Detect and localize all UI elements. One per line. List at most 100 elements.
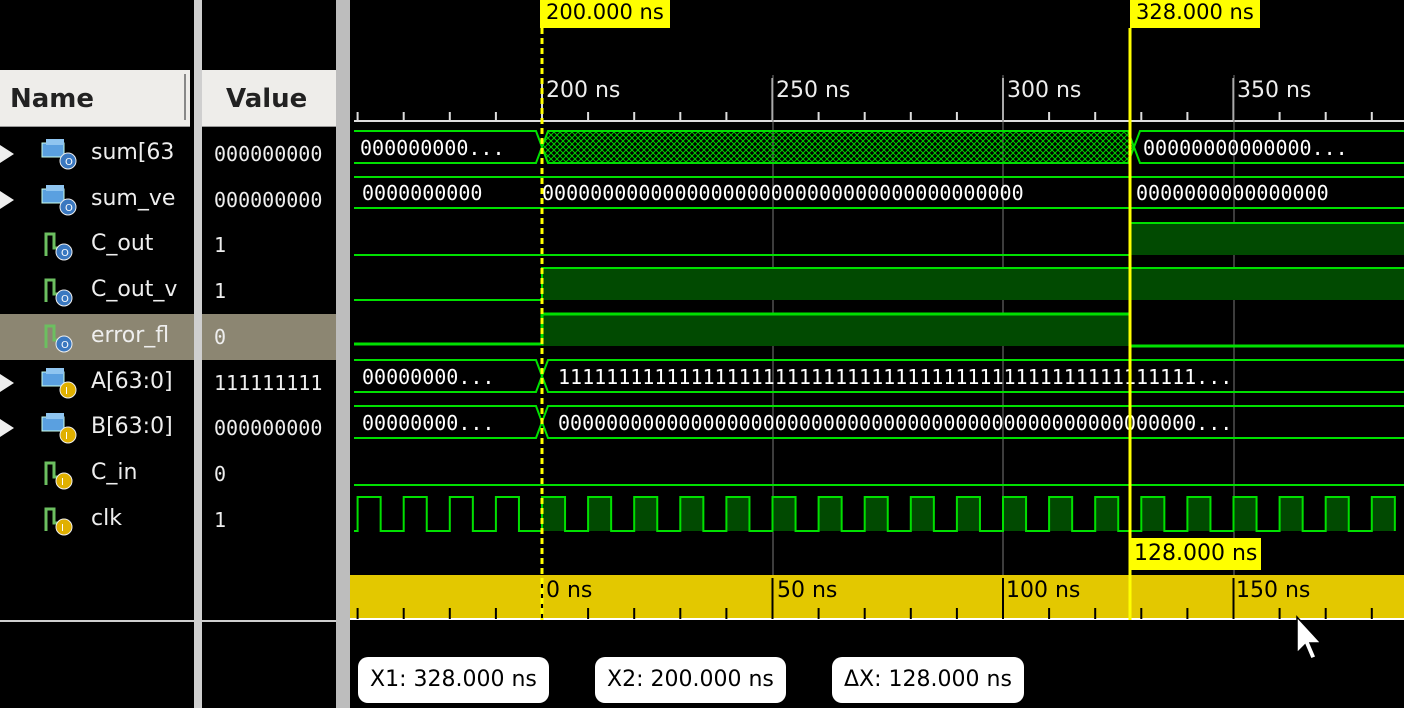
cursor-a-label[interactable]: 200.000 ns: [540, 0, 670, 28]
relative-tick-label: 50 ns: [777, 578, 838, 603]
bus-input-icon: I: [40, 411, 80, 445]
bit-input-icon: I: [40, 457, 80, 491]
bus-input-icon: I: [40, 366, 80, 400]
expand-arrow-icon[interactable]: [0, 373, 14, 392]
signal-value: 000000000: [214, 416, 323, 441]
delta-label: 128.000 ns: [1130, 538, 1262, 570]
bit-output-icon: O: [40, 274, 80, 308]
wave-clk[interactable]: [354, 496, 1396, 532]
sum-ve-after-text: 0000000000000000: [1136, 181, 1329, 205]
signal-row[interactable]: I B[63:0]: [0, 405, 194, 451]
sum-before-text: 000000000...: [360, 136, 505, 160]
a-before-text: 00000000...: [362, 365, 494, 389]
column-divider[interactable]: [184, 74, 186, 120]
time-tick-label: 300 ns: [1007, 78, 1082, 103]
signal-name: sum_ve: [91, 185, 176, 211]
signal-value: 1: [214, 507, 227, 532]
signal-value: 0: [214, 324, 227, 349]
signal-name: B[63:0]: [91, 414, 173, 440]
signal-name: A[63:0]: [91, 368, 173, 394]
signal-value-row[interactable]: 000000000: [202, 405, 336, 451]
signal-row[interactable]: Iclk: [0, 497, 194, 543]
sum-after-text: 00000000000000...: [1143, 136, 1348, 160]
value-pane-divider: [202, 620, 336, 622]
svg-text:O: O: [61, 294, 69, 305]
sum-ve-before-text: 0000000000: [362, 181, 482, 205]
relative-tick-label: 100 ns: [1006, 578, 1081, 603]
signal-name: clk: [91, 505, 122, 531]
signal-value: 1: [214, 279, 227, 304]
wave-sum[interactable]: 000000000... 00000000000000...: [354, 130, 1404, 164]
wave-c-out-v[interactable]: [354, 267, 1404, 301]
delta-x-readout: ΔX: 128.000 ns: [832, 657, 1024, 703]
name-pane-divider: [0, 620, 194, 622]
signal-name: C_out: [91, 231, 154, 257]
bus-output-icon: O: [40, 137, 80, 171]
svg-text:I: I: [65, 386, 68, 397]
bit-output-icon: O: [40, 320, 80, 354]
sum-ve-mid-text: 0000000000000000000000000000000000000000: [542, 181, 1024, 205]
svg-text:O: O: [61, 248, 69, 259]
wave-splitter[interactable]: [336, 0, 350, 708]
wave-sum-ve[interactable]: 0000000000 00000000000000000000000000000…: [354, 176, 1404, 209]
expand-arrow-icon[interactable]: [0, 419, 14, 438]
bus-output-icon: O: [40, 183, 80, 217]
signal-row[interactable]: O C_out: [0, 222, 194, 268]
name-pane: Name Osum[63 Osum_ve O C_out O C_out_v Oerror_…: [0, 0, 194, 708]
pane-splitter[interactable]: [194, 0, 202, 708]
signal-row[interactable]: Osum[63: [0, 131, 194, 177]
value-column-header[interactable]: Value: [202, 70, 336, 127]
time-tick-label: 200 ns: [546, 78, 621, 103]
svg-text:I: I: [65, 431, 68, 442]
signal-value-row[interactable]: 0: [202, 451, 336, 497]
mouse-pointer-icon: [1296, 615, 1319, 660]
x2-readout: X2: 200.000 ns: [595, 657, 786, 703]
relative-tick-label: 0 ns: [546, 578, 593, 603]
signal-row[interactable]: I C_in: [0, 451, 194, 497]
svg-text:O: O: [65, 157, 73, 168]
time-tick-label: 350 ns: [1237, 78, 1312, 103]
time-tick-label: 250 ns: [776, 78, 851, 103]
signal-value-row[interactable]: 1: [202, 497, 336, 543]
bit-input-icon: I: [40, 503, 80, 537]
signal-value: 000000000: [214, 142, 323, 166]
expand-arrow-icon[interactable]: [0, 145, 14, 163]
signal-value-row[interactable]: 0: [202, 313, 336, 360]
wave-error-flag[interactable]: [354, 312, 1404, 348]
signal-value: 0: [214, 461, 227, 486]
bit-output-icon: O: [40, 228, 80, 262]
svg-text:I: I: [61, 523, 64, 534]
signal-value-row[interactable]: 111111111: [202, 360, 336, 406]
signal-value: 000000000: [214, 187, 323, 212]
svg-text:O: O: [65, 203, 73, 214]
relative-tick-label: 150 ns: [1236, 578, 1311, 603]
signal-value: 1: [214, 233, 227, 258]
signal-row[interactable]: Osum_ve: [0, 177, 194, 223]
signal-value: 111111111: [214, 370, 323, 395]
signal-row[interactable]: I A[63:0]: [0, 360, 194, 406]
wave-b[interactable]: 00000000... 0000000000000000000000000000…: [354, 405, 1404, 439]
signal-value-row[interactable]: 000000000: [202, 131, 336, 177]
signal-value-row[interactable]: 000000000: [202, 177, 336, 223]
signal-row[interactable]: Oerror_fl: [0, 313, 194, 360]
signal-value-row[interactable]: 1: [202, 268, 336, 314]
cursor-b-label[interactable]: 328.000 ns: [1130, 0, 1260, 28]
signal-name: C_out_v: [91, 277, 178, 303]
wave-a[interactable]: 00000000... 1111111111111111111111111111…: [354, 359, 1404, 393]
signal-name: error_fl: [91, 322, 170, 348]
waveform-area[interactable]: 000000000... 00000000000000... 000000000…: [350, 0, 1404, 708]
signal-name: C_in: [91, 459, 138, 485]
svg-text:O: O: [61, 340, 69, 351]
value-pane: Value 000000000 000000000 1 1 0 111111111 0000…: [202, 0, 336, 708]
value-header-label: Value: [226, 84, 308, 114]
signal-row[interactable]: O C_out_v: [0, 268, 194, 314]
signal-value-row[interactable]: 1: [202, 222, 336, 268]
signal-name: sum[63: [91, 140, 175, 165]
svg-text:I: I: [61, 477, 64, 488]
name-header-label: Name: [10, 84, 95, 114]
x1-readout: X1: 328.000 ns: [358, 657, 549, 703]
expand-arrow-icon[interactable]: [0, 190, 14, 209]
name-column-header[interactable]: Name: [0, 70, 190, 127]
b-before-text: 00000000...: [362, 411, 494, 435]
wave-c-out[interactable]: [354, 222, 1404, 256]
